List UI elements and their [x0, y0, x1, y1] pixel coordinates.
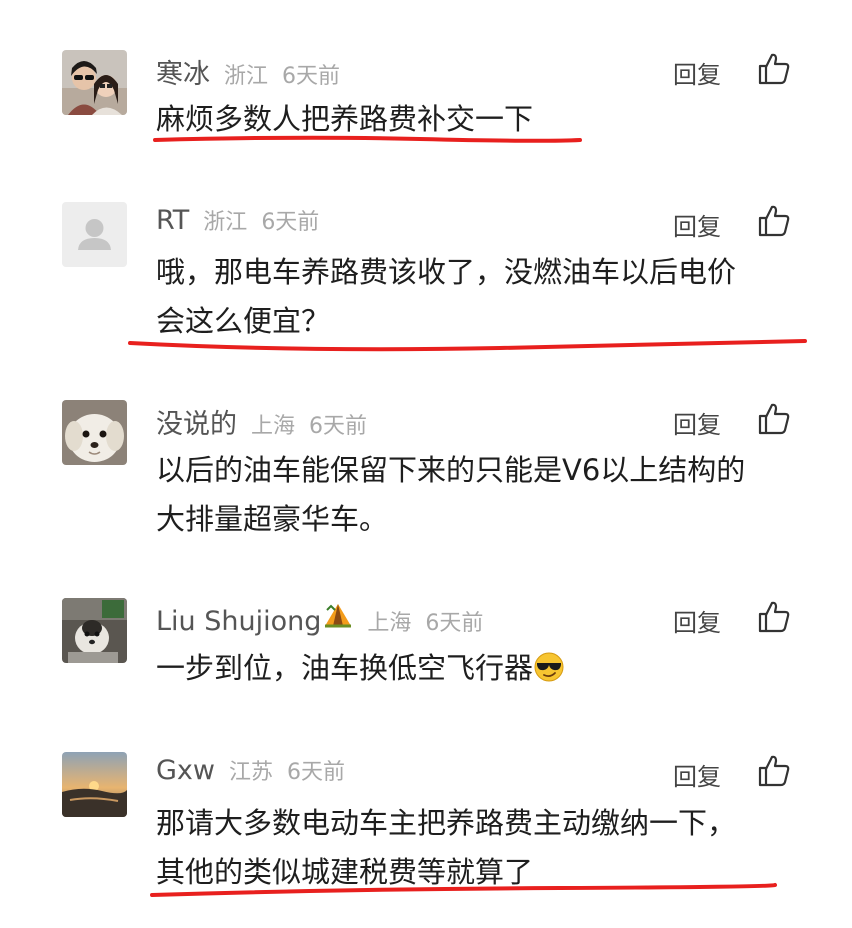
- comment-meta: Gxw 江苏 6天前: [156, 754, 359, 788]
- comment-text-line: 会这么便宜？: [156, 304, 331, 338]
- thumbs-up-icon[interactable]: [757, 204, 791, 238]
- avatar[interactable]: [62, 752, 127, 817]
- comment-text-line: 大排量超豪华车。: [156, 502, 389, 536]
- avatar[interactable]: [62, 50, 127, 115]
- username[interactable]: 没说的: [156, 402, 237, 441]
- reply-button[interactable]: 回复: [673, 405, 721, 440]
- comment-text-line: 那请大多数电动车主把养路费主动缴纳一下，: [156, 806, 737, 840]
- comment-meta: 寒冰 浙江 6天前: [156, 52, 354, 90]
- timestamp: 6天前: [282, 64, 341, 89]
- location-label: 江苏: [228, 760, 273, 785]
- location-label: 浙江: [203, 210, 248, 235]
- avatar[interactable]: [62, 202, 127, 267]
- comment-meta: RT 浙江 6天前: [156, 204, 333, 238]
- comment-text-line: 哦，那电车养路费该收了，没燃油车以后电价: [156, 255, 737, 289]
- timestamp: 6天前: [425, 611, 484, 636]
- comment-meta: 没说的 上海 6天前: [156, 402, 381, 440]
- sunglasses-emoji: [534, 652, 564, 682]
- comment-text: 哦，那电车养路费该收了，没燃油车以后电价 会这么便宜？: [156, 248, 796, 346]
- comment-text: 那请大多数电动车主把养路费主动缴纳一下， 其他的类似城建税费等就算了: [156, 799, 796, 897]
- thumbs-up-icon[interactable]: [757, 52, 791, 86]
- sunset-photo-avatar: [62, 752, 127, 817]
- couple-photo-avatar: [62, 50, 127, 115]
- comment-text: 一步到位，油车换低空飞行器: [156, 644, 796, 693]
- timestamp: 6天前: [287, 760, 345, 785]
- location-label: 上海: [251, 414, 296, 439]
- comment-meta: Liu Shujiong 上海 6天前: [156, 600, 497, 637]
- avatar[interactable]: [62, 598, 127, 663]
- thumbs-up-icon[interactable]: [757, 754, 791, 788]
- reply-button[interactable]: 回复: [673, 55, 721, 90]
- location-label: 上海: [367, 611, 412, 636]
- reply-button[interactable]: 回复: [673, 207, 721, 242]
- white-dog-avatar: [62, 400, 127, 465]
- timestamp: 6天前: [309, 414, 368, 439]
- location-label: 浙江: [224, 64, 269, 89]
- username[interactable]: Gxw: [156, 755, 215, 786]
- dog-photo-avatar: [62, 598, 127, 663]
- reply-button[interactable]: 回复: [673, 757, 721, 792]
- username[interactable]: 寒冰: [156, 52, 210, 91]
- thumbs-up-icon[interactable]: [757, 402, 791, 436]
- comment-text-line: 一步到位，油车换低空飞行器: [156, 651, 534, 685]
- comment-text-line: 其他的类似城建税费等就算了: [156, 855, 534, 889]
- username[interactable]: Liu Shujiong: [156, 606, 321, 637]
- comment-text: 以后的油车能保留下来的只能是V6以上结构的 大排量超豪华车。: [156, 446, 796, 544]
- reply-button[interactable]: 回复: [673, 603, 721, 638]
- thumbs-up-icon[interactable]: [757, 600, 791, 634]
- timestamp: 6天前: [261, 210, 320, 235]
- avatar[interactable]: [62, 400, 127, 465]
- default-person-avatar: [62, 202, 127, 267]
- comment-text: 麻烦多数人把养路费补交一下: [156, 95, 796, 144]
- username[interactable]: RT: [156, 205, 189, 236]
- comment-text-line: 麻烦多数人把养路费补交一下: [156, 102, 534, 136]
- comment-text-line: 以后的油车能保留下来的只能是V6以上结构的: [156, 453, 746, 487]
- camping-tent-icon: [325, 604, 352, 628]
